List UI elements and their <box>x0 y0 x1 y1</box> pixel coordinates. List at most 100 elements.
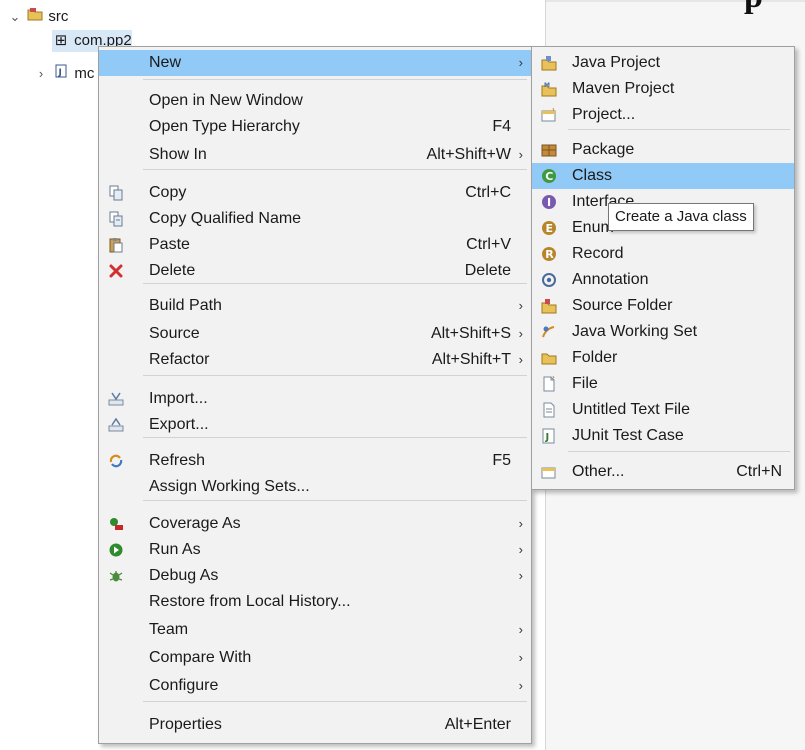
submenu-item-label: Class <box>572 167 613 184</box>
menu-item-label: Coverage As <box>149 515 241 532</box>
enum-icon: E <box>539 215 559 241</box>
chevron-right-icon: › <box>518 542 523 557</box>
menu-item-run-as[interactable]: Run As › <box>99 537 531 563</box>
interface-icon: I <box>539 189 559 215</box>
submenu-item-annotation[interactable]: Annotation <box>532 267 794 293</box>
menu-item-label: Copy Qualified Name <box>149 210 302 227</box>
tree-item-src[interactable]: ⌄ src <box>8 6 68 28</box>
submenu-item-source-folder[interactable]: Source Folder <box>532 293 794 319</box>
menu-item-source[interactable]: Source Alt+Shift+S › <box>99 321 531 347</box>
package-icon: ⊞ <box>54 32 68 49</box>
submenu-item-label: Source Folder <box>572 297 673 314</box>
submenu-item-java-project[interactable]: Java Project <box>532 50 794 76</box>
maven-project-icon: M <box>539 76 559 102</box>
menu-item-copy-qualified-name[interactable]: Copy Qualified Name <box>99 206 531 232</box>
menu-item-show-in[interactable]: Show In Alt+Shift+W › <box>99 142 531 168</box>
chevron-right-icon: › <box>518 352 523 367</box>
tree-item-label: mc <box>74 65 95 82</box>
annotation-icon <box>539 267 559 293</box>
submenu-item-shortcut: Ctrl+N <box>736 463 782 480</box>
menu-item-paste[interactable]: Paste Ctrl+V <box>99 232 531 258</box>
submenu-item-other[interactable]: Other... Ctrl+N <box>532 459 794 485</box>
menu-item-label: Refactor <box>149 351 210 368</box>
project-icon <box>539 102 559 128</box>
menu-item-label: Compare With <box>149 649 252 666</box>
menu-item-open-in-new-window[interactable]: Open in New Window <box>99 88 531 114</box>
menu-item-import[interactable]: Import... <box>99 386 531 412</box>
menu-item-compare-with[interactable]: Compare With › <box>99 645 531 671</box>
chevron-right-icon: › <box>518 650 523 665</box>
svg-text:E: E <box>546 222 554 235</box>
submenu-item-package[interactable]: Package <box>532 137 794 163</box>
chevron-right-icon: › <box>518 678 523 693</box>
untitled-text-file-icon <box>539 397 559 423</box>
svg-text:I: I <box>547 196 551 209</box>
submenu-item-maven-project[interactable]: M Maven Project <box>532 76 794 102</box>
menu-item-restore-from-local-history[interactable]: Restore from Local History... <box>99 589 531 615</box>
tree-item-label: src <box>48 8 69 25</box>
chevron-right-icon[interactable]: › <box>34 63 48 85</box>
menu-item-shortcut: Alt+Shift+W <box>426 146 511 163</box>
submenu-item-label: Java Working Set <box>572 323 698 340</box>
menu-item-new[interactable]: New › <box>99 50 531 76</box>
menu-item-export[interactable]: Export... <box>99 412 531 438</box>
class-icon: C <box>539 163 559 189</box>
junit-test-case-icon: J <box>539 423 559 449</box>
menu-item-copy[interactable]: Copy Ctrl+C <box>99 180 531 206</box>
java-project-icon <box>539 50 559 76</box>
export-icon <box>106 412 126 438</box>
submenu-item-folder[interactable]: Folder <box>532 345 794 371</box>
menu-separator <box>143 375 527 376</box>
folder-icon <box>539 345 559 371</box>
submenu-item-label: Package <box>572 141 635 158</box>
menu-separator <box>568 129 790 130</box>
copy-qualified-icon <box>106 206 126 232</box>
submenu-item-class[interactable]: C Class <box>532 163 794 189</box>
menu-item-label: Debug As <box>149 567 219 584</box>
delete-icon <box>106 258 126 284</box>
file-icon <box>539 371 559 397</box>
submenu-item-junit-test-case[interactable]: J JUnit Test Case <box>532 423 794 449</box>
menu-item-debug-as[interactable]: Debug As › <box>99 563 531 589</box>
tooltip: Create a Java class <box>608 203 754 231</box>
submenu-item-label: JUnit Test Case <box>572 427 684 444</box>
submenu-item-java-working-set[interactable]: Java Working Set <box>532 319 794 345</box>
submenu-item-project[interactable]: Project... <box>532 102 794 128</box>
menu-item-build-path[interactable]: Build Path › <box>99 293 531 319</box>
menu-item-shortcut: F4 <box>492 118 511 135</box>
submenu-item-untitled-text-file[interactable]: Untitled Text File <box>532 397 794 423</box>
debug-icon <box>106 563 126 589</box>
menu-item-delete[interactable]: Delete Delete <box>99 258 531 284</box>
import-icon <box>106 386 126 412</box>
menu-item-team[interactable]: Team › <box>99 617 531 643</box>
submenu-item-record[interactable]: R Record <box>532 241 794 267</box>
new-submenu: Java Project M Maven Project Project... Pack… <box>531 46 795 490</box>
menu-separator <box>143 283 527 284</box>
menu-item-label: New <box>149 54 182 71</box>
menu-separator <box>568 451 790 452</box>
chevron-down-icon[interactable]: ⌄ <box>8 6 22 28</box>
menu-separator <box>143 169 527 170</box>
editor-title-fragment: p <box>744 0 763 16</box>
menu-item-refactor[interactable]: Refactor Alt+Shift+T › <box>99 347 531 373</box>
menu-item-shortcut: Alt+Shift+T <box>431 351 511 368</box>
menu-item-properties[interactable]: Properties Alt+Enter <box>99 712 531 738</box>
menu-item-label: Copy <box>149 184 187 201</box>
menu-item-label: Open Type Hierarchy <box>149 118 300 135</box>
menu-item-label: Configure <box>149 677 219 694</box>
menu-item-open-type-hierarchy[interactable]: Open Type Hierarchy F4 <box>99 114 531 140</box>
menu-item-assign-working-sets[interactable]: Assign Working Sets... <box>99 474 531 500</box>
menu-item-label: Delete <box>149 262 196 279</box>
chevron-right-icon: › <box>518 622 523 637</box>
menu-item-label: Properties <box>149 716 222 733</box>
menu-item-shortcut: Delete <box>464 262 511 279</box>
paste-icon <box>106 232 126 258</box>
submenu-item-label: Annotation <box>572 271 649 288</box>
menu-item-refresh[interactable]: Refresh F5 <box>99 448 531 474</box>
submenu-item-file[interactable]: File <box>532 371 794 397</box>
menu-item-coverage-as[interactable]: Coverage As › <box>99 511 531 537</box>
other-icon <box>539 459 559 485</box>
record-icon: R <box>539 241 559 267</box>
menu-item-configure[interactable]: Configure › <box>99 673 531 699</box>
submenu-item-label: Record <box>572 245 624 262</box>
